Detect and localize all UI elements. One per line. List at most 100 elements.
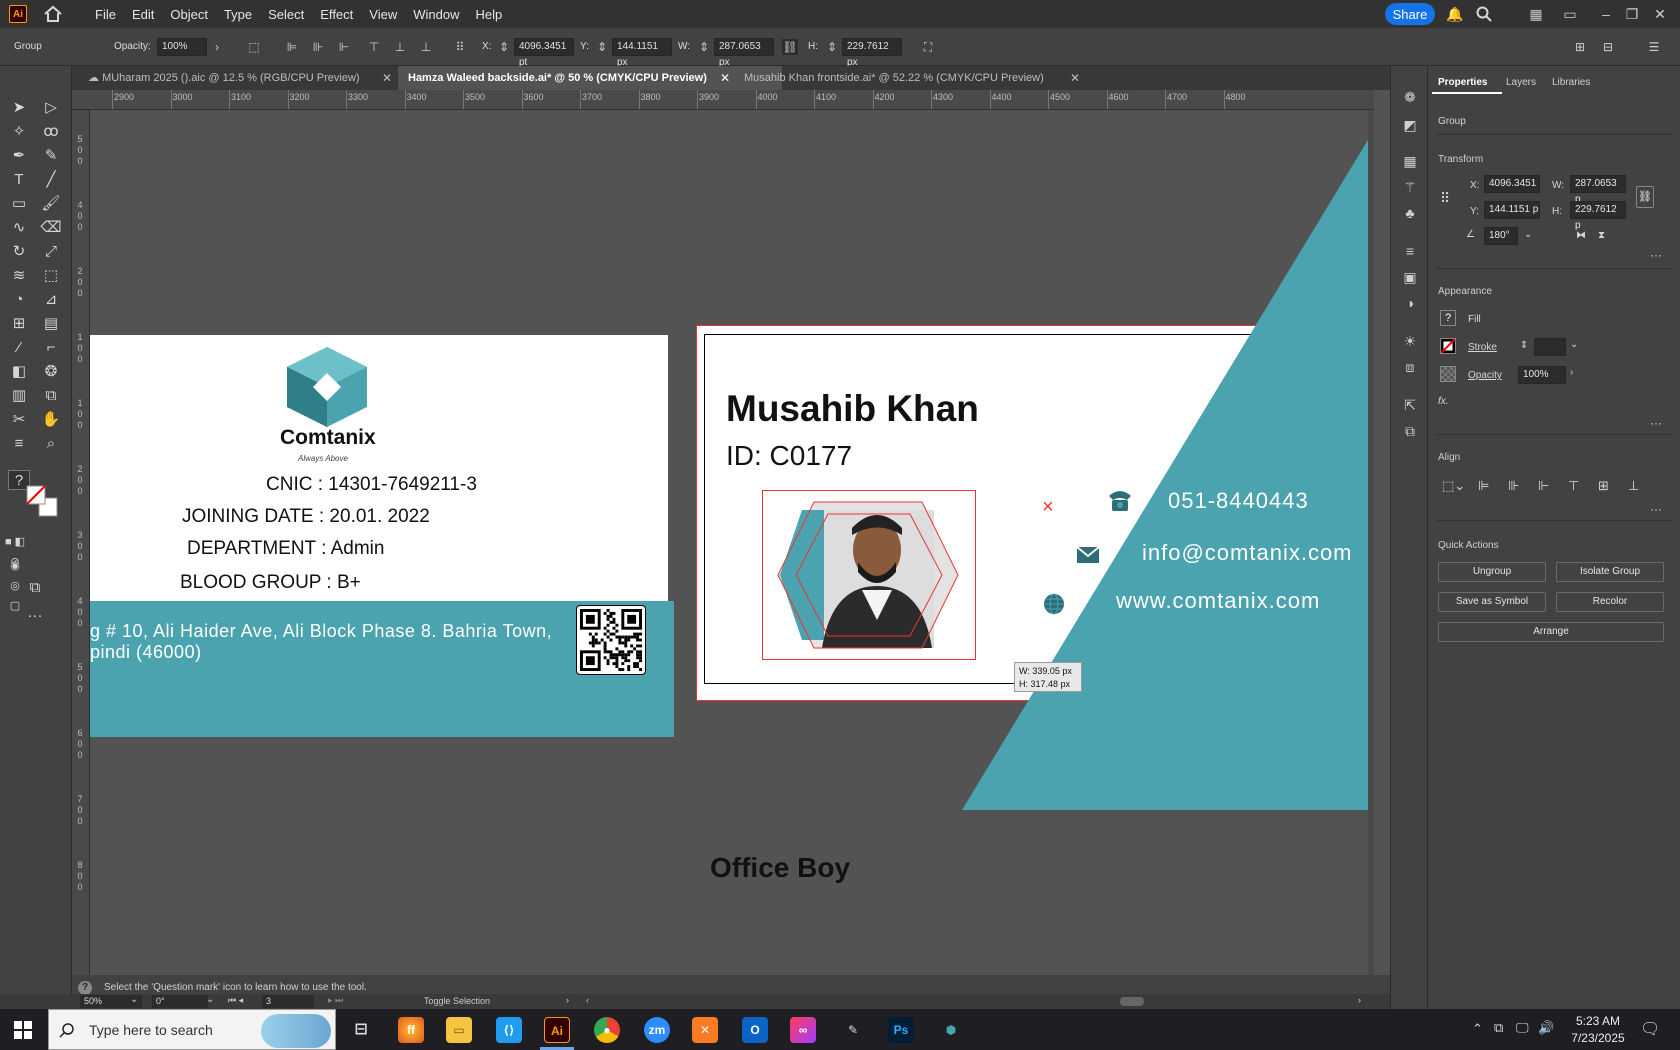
share-button[interactable]: Share: [1385, 3, 1435, 25]
tab-close-icon[interactable]: ✕: [1070, 66, 1080, 90]
stroke-label[interactable]: Stroke: [1468, 342, 1497, 353]
workspace-icon[interactable]: ▭: [1562, 6, 1578, 22]
canvas[interactable]: Comtanix Always Above CNIC : 14301-76492…: [90, 110, 1374, 975]
color-mode-icon[interactable]: ■ ◧ ⊘: [4, 532, 26, 568]
comtanix-app-icon[interactable]: ⬢: [938, 1017, 964, 1043]
y-field[interactable]: 144.1151 px: [612, 38, 672, 68]
home-icon[interactable]: [43, 5, 63, 23]
mesh-tool-icon[interactable]: ⊞: [8, 314, 30, 334]
chevron-down-icon[interactable]: ⌄: [1524, 229, 1532, 240]
blend-tool-icon[interactable]: ◧: [8, 362, 30, 382]
direct-selection-tool-icon[interactable]: ▷: [40, 98, 62, 118]
volume-icon[interactable]: 🔊: [1538, 1020, 1554, 1036]
artboard-field[interactable]: 3: [262, 995, 314, 1008]
zoom-tool-icon[interactable]: ⌕: [40, 434, 62, 454]
tab-musahib-frontside[interactable]: Musahib Khan frontside.ai* @ 52.22 % (CM…: [734, 66, 1064, 90]
creative-cloud-icon[interactable]: ∞: [790, 1017, 816, 1043]
network-icon[interactable]: 🖵: [1516, 1020, 1529, 1036]
align-to-icon[interactable]: ⬚⌄: [1442, 478, 1465, 494]
arrange-icon[interactable]: ⊞: [1572, 39, 1588, 55]
w-field[interactable]: 287.0653 p: [1570, 175, 1626, 205]
tab-close-icon[interactable]: ✕: [720, 66, 730, 90]
first-artboard-icon[interactable]: ⏮ ◂: [228, 995, 243, 1006]
clock-time[interactable]: 5:23 AM: [1568, 1014, 1628, 1028]
tab-libraries[interactable]: Libraries: [1552, 77, 1590, 88]
file-explorer-icon[interactable]: ▭: [446, 1017, 472, 1043]
opacity-field[interactable]: 100%: [1518, 366, 1566, 384]
ungroup-button[interactable]: Ungroup: [1438, 562, 1546, 582]
transform-icon[interactable]: ⛶: [920, 39, 936, 55]
swatches-icon[interactable]: ▦: [1401, 152, 1419, 170]
align-top-icon[interactable]: ⊤: [366, 39, 382, 55]
menu-object[interactable]: Object: [162, 7, 216, 22]
windows-start-icon[interactable]: [14, 1021, 32, 1039]
minimize-icon[interactable]: –: [1598, 6, 1614, 22]
tab-layers[interactable]: Layers: [1506, 77, 1536, 88]
y-field[interactable]: 144.1151 p: [1484, 201, 1540, 219]
save-as-symbol-button[interactable]: Save as Symbol: [1438, 592, 1546, 612]
clock-date[interactable]: 7/23/2025: [1566, 1031, 1630, 1045]
x-field[interactable]: 4096.3451 pt: [514, 38, 574, 68]
bell-icon[interactable]: 🔔: [1446, 6, 1463, 22]
scroll-left-icon[interactable]: ‹: [586, 995, 589, 1005]
warp-tool-icon[interactable]: ≋: [8, 266, 30, 286]
fill-stroke-swatch[interactable]: [25, 484, 59, 518]
w-stepper-icon[interactable]: ⇕: [696, 39, 712, 55]
artboard-tool-icon[interactable]: ⧉: [40, 386, 62, 406]
menu-edit[interactable]: Edit: [124, 7, 162, 22]
isolate-group-button[interactable]: Isolate Group: [1556, 562, 1664, 582]
recolor-button[interactable]: Recolor: [1556, 592, 1664, 612]
line-tool-icon[interactable]: ╱: [40, 170, 62, 190]
panel-menu-icon[interactable]: ☰: [1646, 39, 1662, 55]
symbol-sprayer-tool-icon[interactable]: ❂: [40, 362, 62, 382]
vertical-scrollbar[interactable]: [1368, 110, 1374, 975]
task-view-icon[interactable]: ⊟: [348, 1017, 374, 1043]
illustrator-taskbar-icon[interactable]: Ai: [544, 1017, 570, 1043]
horizontal-scrollbar-thumb[interactable]: [1120, 997, 1144, 1006]
menu-effect[interactable]: Effect: [312, 7, 361, 22]
outlook-icon[interactable]: O: [742, 1017, 768, 1043]
type-tool-icon[interactable]: T: [8, 170, 30, 190]
xampp-icon[interactable]: ✕: [692, 1017, 718, 1043]
menu-help[interactable]: Help: [467, 7, 510, 22]
align-right-icon[interactable]: ⊩: [1538, 478, 1549, 494]
chrome-icon[interactable]: ●: [594, 1017, 620, 1043]
fx-icon[interactable]: fx.: [1438, 396, 1449, 407]
constrain-proportions-icon[interactable]: ⛓: [782, 39, 798, 55]
stroke-stepper-icon[interactable]: ⇕: [1520, 340, 1528, 351]
chevron-down-icon[interactable]: ⌄: [1570, 339, 1578, 350]
menu-file[interactable]: File: [87, 7, 124, 22]
brushes-icon[interactable]: ◩: [1401, 116, 1419, 134]
shape-builder-tool-icon[interactable]: ◔: [8, 290, 30, 310]
align-right-icon[interactable]: ⊩: [336, 39, 352, 55]
angle-field[interactable]: 180°: [1484, 227, 1518, 245]
curvature-tool-icon[interactable]: ✎: [40, 146, 62, 166]
scroll-right-icon[interactable]: ›: [1358, 995, 1361, 1005]
align-vcenter-icon[interactable]: ⊞: [1598, 478, 1609, 494]
shaper-tool-icon[interactable]: ∿: [8, 218, 30, 238]
y-stepper-icon[interactable]: ⇕: [594, 39, 610, 55]
pen-tool-icon[interactable]: ✒: [8, 146, 30, 166]
tray-app-icon[interactable]: ⧉: [1494, 1020, 1503, 1036]
align-to-icon[interactable]: ⬚: [246, 39, 262, 55]
rotation-field[interactable]: 0°: [152, 995, 208, 1008]
chevron-down-icon[interactable]: ⌄: [130, 994, 138, 1005]
transparency-icon[interactable]: ◑: [1401, 294, 1419, 312]
magic-wand-tool-icon[interactable]: ✧: [8, 122, 30, 142]
close-icon[interactable]: ✕: [1652, 6, 1668, 22]
restore-icon[interactable]: ❐: [1624, 6, 1640, 22]
align-left-icon[interactable]: ⊫: [1478, 478, 1489, 494]
color-guide-icon[interactable]: ❁: [1401, 88, 1419, 106]
arrange-button[interactable]: Arrange: [1438, 622, 1664, 642]
arrange-documents-icon[interactable]: ▦: [1528, 6, 1544, 22]
appearance-panel-icon[interactable]: ☀: [1401, 332, 1419, 350]
eyedropper-tool-icon[interactable]: ⁄: [8, 338, 30, 358]
club-icon[interactable]: ♣: [1401, 204, 1419, 222]
h-field[interactable]: 229.7612 p: [1570, 201, 1626, 231]
tab-properties[interactable]: Properties: [1438, 77, 1487, 88]
stroke-panel-icon[interactable]: ≡: [1401, 242, 1419, 260]
gradient-panel-icon[interactable]: ▣: [1401, 268, 1419, 286]
column-graph-tool-icon[interactable]: ▥: [8, 386, 30, 406]
fill-swatch-icon[interactable]: ?: [1440, 310, 1456, 326]
align-bottom-icon[interactable]: ⊥: [418, 39, 434, 55]
